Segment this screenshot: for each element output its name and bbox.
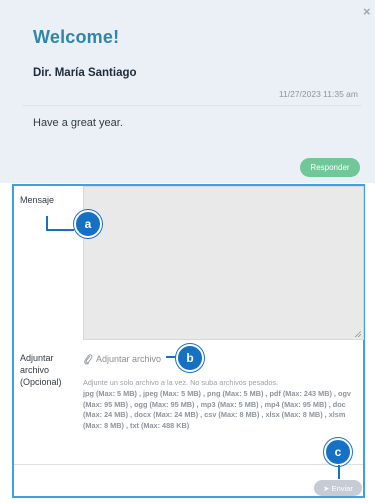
attach-label-line: archivo [20, 365, 50, 375]
callout-line [166, 356, 176, 358]
message-body: Have a great year. [33, 117, 123, 129]
send-button[interactable]: ➤ Enviar [314, 480, 362, 496]
attach-label-line: (Opcional) [20, 377, 62, 387]
message-header: × Welcome! Dir. María Santiago 11/27/202… [0, 0, 375, 183]
resize-handle-icon[interactable] [355, 331, 361, 337]
sender-name: Dir. María Santiago [33, 67, 137, 79]
paperclip-icon [84, 354, 93, 365]
divider [22, 105, 362, 106]
allowed-file-types: jpg (Max: 5 MB) , jpeg (Max: 5 MB) , png… [83, 389, 351, 430]
message-textarea[interactable] [83, 186, 364, 340]
paper-plane-icon: ➤ [323, 483, 330, 493]
marker-c: c [324, 438, 352, 466]
marker-b: b [176, 344, 204, 372]
page-title: Welcome! [33, 27, 120, 47]
callout-line [338, 465, 340, 479]
compose-form: Mensaje a Adjuntar archivo (Opcional) Ad… [12, 184, 365, 498]
reply-button[interactable]: Responder [300, 158, 360, 177]
marker-a: a [74, 210, 102, 238]
attach-file-label: Adjuntar archivo [96, 354, 162, 364]
message-date: 11/27/2023 11:35 am [278, 89, 358, 99]
message-label: Mensaje [20, 195, 55, 205]
send-button-label: Enviar [331, 483, 353, 493]
attach-label-line: Adjuntar [20, 353, 54, 363]
callout-line [46, 216, 48, 229]
close-icon[interactable]: × [363, 5, 371, 18]
divider [14, 464, 363, 465]
attach-note: Adjunte un solo archivo a la vez. No sub… [83, 378, 279, 387]
attach-label: Adjuntar archivo (Opcional) [20, 352, 62, 388]
callout-line [46, 229, 74, 231]
attach-file-link[interactable]: Adjuntar archivo [83, 353, 161, 365]
